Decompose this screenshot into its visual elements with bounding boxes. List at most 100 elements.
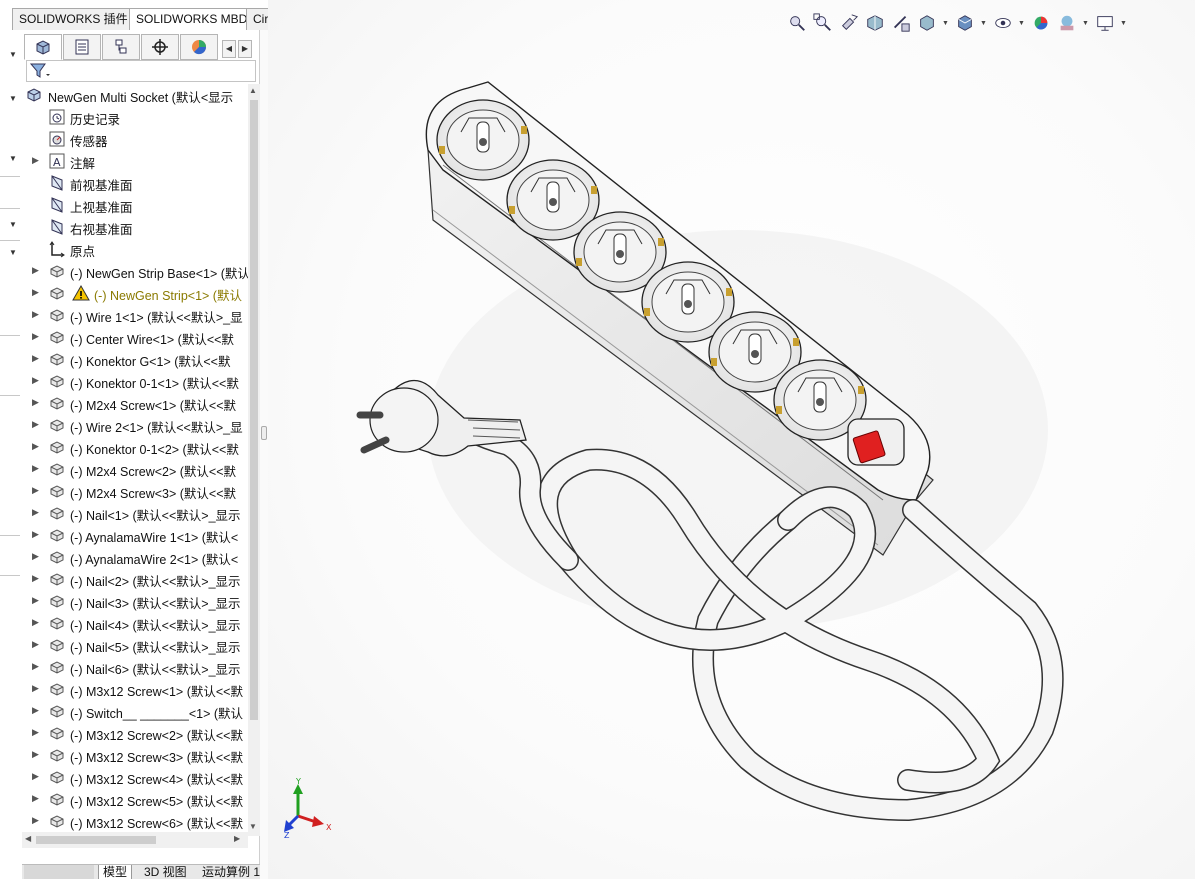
expand-arrow-icon[interactable]: ▶ xyxy=(32,287,40,298)
expand-arrow-icon[interactable]: ▶ xyxy=(32,573,40,584)
scroll-thumb[interactable] xyxy=(36,836,156,844)
component-row[interactable]: ▶ (-) M3x12 Screw<6> (默认<<默 xyxy=(22,810,248,832)
chevron-down-icon[interactable]: ▼ xyxy=(9,248,17,257)
component-row[interactable]: ▶ (-) AynalamaWire 2<1> (默认< xyxy=(22,546,248,568)
tab-motion-study[interactable]: 运动算例 1 xyxy=(198,865,264,879)
edit-appearance-button[interactable] xyxy=(1030,12,1052,34)
chevron-down-icon[interactable]: ▼ xyxy=(1018,20,1026,27)
scroll-thumb[interactable] xyxy=(250,100,258,720)
tree-item-front-plane[interactable]: 前视基准面 xyxy=(22,172,248,194)
tree-item-annotations[interactable]: ▶ A 注解 xyxy=(22,150,248,172)
component-row[interactable]: ▶ (-) Switch__ _______<1> (默认 xyxy=(22,700,248,722)
display-style-button[interactable] xyxy=(954,12,976,34)
component-row[interactable]: ▶ (-) M2x4 Screw<3> (默认<<默 xyxy=(22,480,248,502)
component-row[interactable]: ▶ (-) Wire 1<1> (默认<<默认>_显 xyxy=(22,304,248,326)
zoom-to-fit-button[interactable] xyxy=(786,12,808,34)
expand-arrow-icon[interactable]: ▶ xyxy=(32,507,40,518)
component-row[interactable]: ▶ (-) Nail<1> (默认<<默认>_显示 xyxy=(22,502,248,524)
tree-horizontal-scrollbar[interactable]: ◀ ▶ xyxy=(22,832,248,848)
expand-arrow-icon[interactable]: ▶ xyxy=(32,529,40,540)
expand-arrow-icon[interactable]: ▶ xyxy=(32,419,40,430)
hide-show-items-button[interactable] xyxy=(992,12,1014,34)
section-view-button[interactable] xyxy=(864,12,886,34)
component-row[interactable]: ▶ (-) AynalamaWire 1<1> (默认< xyxy=(22,524,248,546)
dynamic-annotation-button[interactable] xyxy=(890,12,912,34)
component-row[interactable]: ▶ (-) Nail<3> (默认<<默认>_显示 xyxy=(22,590,248,612)
expand-arrow-icon[interactable]: ▶ xyxy=(32,353,40,364)
scroll-left-icon[interactable]: ◀ xyxy=(25,834,31,843)
tree-item-origin[interactable]: 原点 xyxy=(22,238,248,260)
tree-item-sensors[interactable]: 传感器 xyxy=(22,128,248,150)
tab-solidworks-addins[interactable]: SOLIDWORKS 插件 xyxy=(12,8,135,30)
chevron-down-icon[interactable]: ▼ xyxy=(9,50,17,59)
tab-solidworks-mbd[interactable]: SOLIDWORKS MBD xyxy=(129,8,255,30)
expand-arrow-icon[interactable]: ▶ xyxy=(32,793,40,804)
scroll-up-icon[interactable]: ▲ xyxy=(249,86,257,95)
component-row[interactable]: ▶ (-) Nail<2> (默认<<默认>_显示 xyxy=(22,568,248,590)
expand-arrow-icon[interactable]: ▶ xyxy=(32,815,40,826)
component-row[interactable]: ▶ (-) Konektor 0-1<2> (默认<<默 xyxy=(22,436,248,458)
component-row[interactable]: ▶ (-) Nail<4> (默认<<默认>_显示 xyxy=(22,612,248,634)
expand-arrow-icon[interactable]: ▶ xyxy=(32,661,40,672)
component-row[interactable]: ▶ (-) M3x12 Screw<3> (默认<<默 xyxy=(22,744,248,766)
tree-item-right-plane[interactable]: 右视基准面 xyxy=(22,216,248,238)
graphics-viewport[interactable]: ▼ ▼ ▼ ▼ ▼ Y X Z xyxy=(268,0,1195,879)
expand-arrow-icon[interactable]: ▶ xyxy=(32,441,40,452)
chevron-down-icon[interactable]: ▼ xyxy=(9,220,17,229)
chevron-down-icon[interactable]: ▼ xyxy=(9,154,17,163)
tree-root-assembly[interactable]: NewGen Multi Socket (默认<显示 xyxy=(22,84,248,106)
tab-scroll-right[interactable]: ▶ xyxy=(238,40,252,58)
expand-arrow-icon[interactable]: ▶ xyxy=(32,331,40,342)
tab-scroll-left[interactable]: ◀ xyxy=(222,40,236,58)
panel-splitter[interactable] xyxy=(260,30,268,879)
chevron-down-icon[interactable]: ▼ xyxy=(980,20,988,27)
tab-feature-manager[interactable] xyxy=(24,34,62,60)
expand-arrow-icon[interactable]: ▶ xyxy=(32,771,40,782)
expand-arrow-icon[interactable]: ▶ xyxy=(32,727,40,738)
tree-filter-input[interactable] xyxy=(26,60,256,82)
expand-arrow-icon[interactable]: ▶ xyxy=(32,265,40,276)
chevron-down-icon[interactable]: ▼ xyxy=(942,20,950,27)
component-row[interactable]: ▶ (-) M3x12 Screw<2> (默认<<默 xyxy=(22,722,248,744)
tab-3d-views[interactable]: 3D 视图 xyxy=(140,865,191,879)
tree-item-history[interactable]: 历史记录 xyxy=(22,106,248,128)
scroll-right-icon[interactable]: ▶ xyxy=(234,834,240,843)
expand-arrow-icon[interactable]: ▶ xyxy=(32,485,40,496)
expand-arrow-icon[interactable]: ▶ xyxy=(32,309,40,320)
component-row[interactable]: ▶ (-) Wire 2<1> (默认<<默认>_显 xyxy=(22,414,248,436)
component-row[interactable]: ▶ (-) M3x12 Screw<4> (默认<<默 xyxy=(22,766,248,788)
component-row[interactable]: ▶ (-) M3x12 Screw<5> (默认<<默 xyxy=(22,788,248,810)
expand-arrow-icon[interactable]: ▶ xyxy=(32,617,40,628)
apply-scene-button[interactable] xyxy=(1056,12,1078,34)
tree-item-top-plane[interactable]: 上视基准面 xyxy=(22,194,248,216)
previous-view-button[interactable] xyxy=(838,12,860,34)
tab-property-manager[interactable] xyxy=(63,34,101,60)
expand-arrow-icon[interactable]: ▶ xyxy=(32,463,40,474)
view-orientation-button[interactable] xyxy=(916,12,938,34)
expand-arrow-icon[interactable]: ▶ xyxy=(32,705,40,716)
component-row[interactable]: ▶ (-) NewGen Strip Base<1> (默认 xyxy=(22,260,248,282)
expand-arrow-icon[interactable]: ▶ xyxy=(32,397,40,408)
expand-arrow-icon[interactable]: ▶ xyxy=(32,375,40,386)
component-row[interactable]: ▶ (-) M2x4 Screw<2> (默认<<默 xyxy=(22,458,248,480)
expand-arrow-icon[interactable]: ▶ xyxy=(32,551,40,562)
view-settings-button[interactable] xyxy=(1094,12,1116,34)
expand-arrow-icon[interactable]: ▶ xyxy=(32,683,40,694)
tab-dimxpert-manager[interactable] xyxy=(141,34,179,60)
splitter-grip[interactable] xyxy=(261,426,267,440)
component-row[interactable]: ▶ (-) M3x12 Screw<1> (默认<<默 xyxy=(22,678,248,700)
expand-arrow-icon[interactable]: ▶ xyxy=(32,595,40,606)
tab-configuration-manager[interactable] xyxy=(102,34,140,60)
component-row[interactable]: ▶ (-) Nail<5> (默认<<默认>_显示 xyxy=(22,634,248,656)
chevron-down-icon[interactable]: ▼ xyxy=(1120,20,1128,27)
expand-arrow-icon[interactable]: ▶ xyxy=(32,155,40,166)
component-row[interactable]: ▶ (-) Nail<6> (默认<<默认>_显示 xyxy=(22,656,248,678)
component-row[interactable]: ▶ (-) Konektor 0-1<1> (默认<<默 xyxy=(22,370,248,392)
scroll-down-icon[interactable]: ▼ xyxy=(249,822,257,831)
expand-arrow-icon[interactable]: ▶ xyxy=(32,749,40,760)
tab-nav-arrows[interactable] xyxy=(24,865,94,879)
chevron-down-icon[interactable]: ▼ xyxy=(9,94,17,103)
component-row[interactable]: ▶ (-) Center Wire<1> (默认<<默 xyxy=(22,326,248,348)
component-row[interactable]: ▶ (-) M2x4 Screw<1> (默认<<默 xyxy=(22,392,248,414)
tree-vertical-scrollbar[interactable]: ▲ ▼ xyxy=(248,84,260,836)
